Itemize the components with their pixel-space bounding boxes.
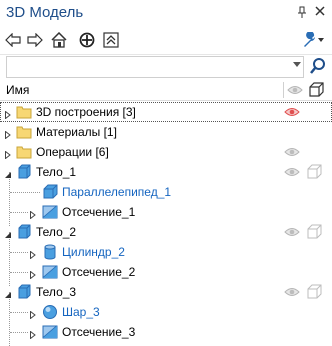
eye-icon[interactable] [284,286,300,300]
tree-item-3d-constructions[interactable]: 3D построения [3] [0,102,332,122]
tree-item-materials[interactable]: Материалы [1] [0,122,332,142]
tree-item-cut-1[interactable]: Отсечение_1 [0,202,332,222]
search-box[interactable] [6,56,304,78]
tree-item-label: Отсечение_3 [62,325,136,339]
eye-icon[interactable] [284,226,300,240]
tree-item-label: Шар_3 [62,305,100,319]
tree-item-body-3[interactable]: Тело_3 [0,282,332,302]
tree-item-label: Тело_3 [36,285,77,299]
tree-item-cut-2[interactable]: Отсечение_2 [0,262,332,282]
cube-outline-icon[interactable] [306,224,322,243]
search-input[interactable] [13,58,283,74]
tree-item-parallelepiped-1[interactable]: Параллелепипед_1 [0,182,332,202]
tree-item-label: Тело_1 [36,165,77,179]
eye-icon[interactable] [287,84,303,98]
eye-icon[interactable] [284,166,300,180]
close-icon[interactable] [314,6,326,18]
header-divider [283,82,284,98]
tree-item-label: Тело_2 [36,225,77,239]
collapse-icon[interactable] [102,31,120,49]
tree-item-label: Цилиндр_2 [62,245,125,259]
tree-item-cylinder-2[interactable]: Цилиндр_2 [0,242,332,262]
tree-header: Имя [0,80,332,101]
body-cube-icon [16,224,32,240]
panel-titlebar: 3D Модель [0,0,332,26]
sphere-icon [42,304,58,320]
tree-item-sphere-3[interactable]: Шар_3 [0,302,332,322]
panel-title: 3D Модель [6,4,84,21]
back-arrow-icon[interactable] [4,31,22,49]
body-cube-icon [16,164,32,180]
tree-item-cut-3[interactable]: Отсечение_3 [0,322,332,342]
tree-item-operations[interactable]: Операции [6] [0,142,332,162]
cut-icon [42,204,58,220]
cylinder-icon [42,244,58,260]
target-icon[interactable] [78,31,96,49]
home-icon[interactable] [50,31,68,49]
box-icon [42,184,58,200]
tree-item-body-1[interactable]: Тело_1 [0,162,332,182]
tree-item-label: Отсечение_1 [62,205,136,219]
tree-item-label: Параллелепипед_1 [62,185,172,199]
pin-icon[interactable] [296,6,308,18]
dropdown-arrow-icon[interactable] [293,62,301,67]
cube-outline-icon[interactable] [306,164,322,183]
panel-toolbar [0,26,332,55]
cube-outline-icon[interactable] [306,284,322,303]
column-name-header[interactable]: Имя [6,83,29,97]
eye-icon-red[interactable] [284,106,300,120]
cube-icon[interactable] [308,82,324,101]
wrench-icon[interactable] [300,31,326,49]
tree-item-body-2[interactable]: Тело_2 [0,222,332,242]
forward-arrow-icon[interactable] [26,31,44,49]
body-cube-icon [16,284,32,300]
folder-icon [16,144,32,160]
tree-item-label: Отсечение_2 [62,265,136,279]
folder-icon [16,104,32,120]
cut-icon [42,264,58,280]
tree-item-label: Материалы [1] [36,125,117,139]
tree-item-label: Операции [6] [36,145,109,159]
tree-item-label: 3D построения [3] [36,105,136,119]
cut-icon [42,324,58,340]
folder-icon [16,124,32,140]
eye-icon[interactable] [284,146,300,160]
search-icon[interactable] [308,56,328,76]
